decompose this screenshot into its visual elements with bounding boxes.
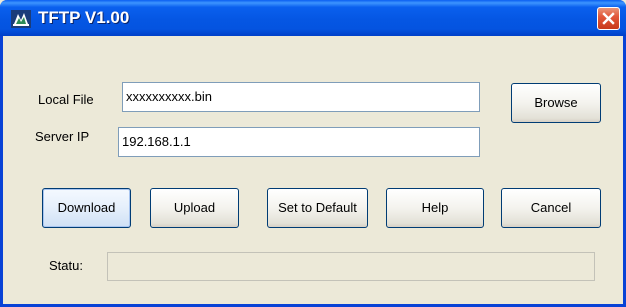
tftp-app-icon [11,10,31,28]
status-field [107,252,595,281]
set-to-default-button[interactable]: Set to Default [267,188,368,228]
upload-button[interactable]: Upload [150,188,239,228]
browse-button[interactable]: Browse [511,83,601,123]
download-button[interactable]: Download [42,188,131,228]
server-ip-label: Server IP [35,129,90,144]
close-button[interactable] [597,7,620,30]
server-ip-input[interactable]: 192.168.1.1 [118,127,480,157]
tftp-window: TFTP V1.00 Local File xxxxxxxxxx.bin Ser… [0,0,626,307]
title-bar[interactable]: TFTP V1.00 [0,0,626,36]
cancel-button[interactable]: Cancel [501,188,601,228]
window-title: TFTP V1.00 [38,8,130,27]
status-label: Statu: [49,258,83,273]
local-file-label: Local File [38,92,94,107]
local-file-input[interactable]: xxxxxxxxxx.bin [122,82,480,112]
close-icon [602,12,615,25]
help-button[interactable]: Help [386,188,484,228]
